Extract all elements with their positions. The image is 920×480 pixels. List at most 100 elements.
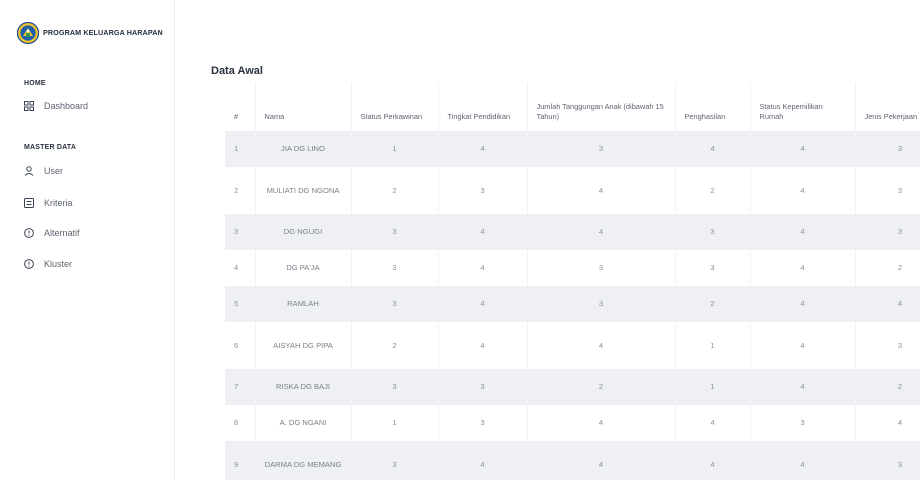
table-cell-nama: DARMA DG MEMANG: [255, 441, 352, 480]
column-header-status-kepemilikan-rumah[interactable]: Status Kepemilikan Rumah: [750, 83, 856, 131]
table-cell-nama: A. DG NGANI: [255, 405, 352, 441]
table-cell-jumlah-tanggungan-anak: 4: [527, 405, 676, 441]
table-cell-tingkat-pendidikan: 4: [438, 250, 528, 286]
table-cell-status-kepemilikan-rumah: 4: [750, 441, 856, 480]
column-header-status-perkawinan[interactable]: Status Perkawinan: [351, 83, 439, 131]
table-cell-penghasilan: 4: [675, 131, 751, 167]
table-cell-tingkat-pendidikan: 4: [438, 286, 528, 322]
sidebar-item-alternatif[interactable]: Alternatif: [24, 228, 80, 238]
list-icon: [24, 198, 34, 208]
main-content: Data Awal # Nama Status Perkawinan Tingk…: [205, 0, 920, 480]
user-icon: [24, 166, 34, 176]
table-cell-status-perkawinan: 3: [351, 250, 439, 286]
table-cell-status-perkawinan: 2: [351, 167, 439, 214]
table-cell-penghasilan: 4: [675, 441, 751, 480]
table-cell-penghasilan: 2: [675, 286, 751, 322]
table-cell-tingkat-pendidikan: 4: [438, 322, 528, 369]
column-header-number[interactable]: #: [225, 83, 256, 131]
table-cell-jumlah-tanggungan-anak: 3: [527, 250, 676, 286]
table-cell-nama: DG NGUGI: [255, 214, 352, 250]
sidebar-item-label: Dashboard: [44, 101, 89, 111]
table-cell-status-perkawinan: 3: [351, 214, 439, 250]
table-cell-jenis-pekerjaan: 3: [855, 167, 920, 214]
table-row[interactable]: 8 A. DG NGANI 1 3 4 4 3 4: [225, 405, 920, 441]
alert-circle-icon: [24, 259, 34, 269]
table-cell-number: 1: [225, 131, 256, 167]
table-cell-jenis-pekerjaan: 3: [855, 441, 920, 480]
table-cell-penghasilan: 3: [675, 250, 751, 286]
table-row[interactable]: 2 MULIATI DG NGONA 2 3 4 2 4 3: [225, 167, 920, 214]
section-title-home: HOME: [24, 80, 46, 87]
table-cell-jenis-pekerjaan: 2: [855, 369, 920, 405]
table-cell-tingkat-pendidikan: 4: [438, 441, 528, 480]
page-title: Data Awal: [211, 65, 263, 77]
table-cell-status-perkawinan: 1: [351, 405, 439, 441]
table-cell-jenis-pekerjaan: 2: [855, 250, 920, 286]
table-cell-jenis-pekerjaan: 3: [855, 131, 920, 167]
table-cell-nama: DG PA'JA: [255, 250, 352, 286]
brand[interactable]: PROGRAM KELUARGA HARAPAN: [17, 22, 163, 44]
column-header-tingkat-pendidikan[interactable]: Tingkat Pendidikan: [438, 83, 528, 131]
table-cell-tingkat-pendidikan: 3: [438, 369, 528, 405]
table-body: 1 JIA DG LINO 1 4 3 4 4 3 2 MULIATI DG NGONA 2 3 4 2 4…: [225, 131, 920, 480]
table-cell-penghasilan: 1: [675, 322, 751, 369]
table-row[interactable]: 6 AISYAH DG PIPA 2 4 4 1 4 3: [225, 322, 920, 369]
section-title-master-data: MASTER DATA: [24, 144, 77, 151]
sidebar: PROGRAM KELUARGA HARAPAN HOME Dashboard …: [0, 0, 175, 480]
table-cell-status-kepemilikan-rumah: 4: [750, 369, 856, 405]
table-cell-tingkat-pendidikan: 3: [438, 167, 528, 214]
table-cell-number: 7: [225, 369, 256, 405]
table-cell-status-kepemilikan-rumah: 3: [750, 405, 856, 441]
sidebar-item-kluster[interactable]: Kluster: [24, 259, 72, 269]
grid-icon: [24, 101, 34, 111]
table-cell-jumlah-tanggungan-anak: 2: [527, 369, 676, 405]
brand-title: PROGRAM KELUARGA HARAPAN: [43, 28, 163, 37]
table-cell-status-perkawinan: 3: [351, 441, 439, 480]
column-header-penghasilan[interactable]: Penghasilan: [675, 83, 751, 131]
table-cell-jumlah-tanggungan-anak: 4: [527, 167, 676, 214]
table-cell-status-perkawinan: 3: [351, 369, 439, 405]
table-cell-number: 9: [225, 441, 256, 480]
table-cell-number: 8: [225, 405, 256, 441]
table-cell-nama: RAMLAH: [255, 286, 352, 322]
table-cell-penghasilan: 2: [675, 167, 751, 214]
table-cell-tingkat-pendidikan: 3: [438, 405, 528, 441]
table-row[interactable]: 9 DARMA DG MEMANG 3 4 4 4 4 3: [225, 441, 920, 480]
table-cell-jenis-pekerjaan: 3: [855, 322, 920, 369]
table-cell-number: 2: [225, 167, 256, 214]
table-cell-status-perkawinan: 2: [351, 322, 439, 369]
pkh-logo-icon: [17, 22, 39, 44]
table-row[interactable]: 5 RAMLAH 3 4 3 2 4 4: [225, 286, 920, 322]
sidebar-item-kriteria[interactable]: Kriteria: [24, 198, 73, 208]
table-row[interactable]: 1 JIA DG LINO 1 4 3 4 4 3: [225, 131, 920, 167]
table-row[interactable]: 3 DG NGUGI 3 4 4 3 4 3: [225, 214, 920, 250]
column-header-jenis-pekerjaan[interactable]: Jenis Pekerjaan: [855, 83, 920, 131]
sidebar-item-dashboard[interactable]: Dashboard: [24, 101, 88, 111]
sidebar-item-label: Alternatif: [44, 228, 80, 238]
table-cell-penghasilan: 3: [675, 214, 751, 250]
table-cell-nama: RISKA DG BAJI: [255, 369, 352, 405]
table-header-row: # Nama Status Perkawinan Tingkat Pendidi…: [225, 83, 920, 131]
table-cell-number: 4: [225, 250, 256, 286]
table-cell-penghasilan: 1: [675, 369, 751, 405]
data-table-wrapper: # Nama Status Perkawinan Tingkat Pendidi…: [225, 83, 920, 480]
table-row[interactable]: 7 RISKA DG BAJI 3 3 2 1 4 2: [225, 369, 920, 405]
column-header-nama[interactable]: Nama: [255, 83, 352, 131]
table-row[interactable]: 4 DG PA'JA 3 4 3 3 4 2: [225, 250, 920, 286]
sidebar-item-label: Kluster: [44, 259, 73, 269]
table-cell-tingkat-pendidikan: 4: [438, 131, 528, 167]
column-header-jumlah-tanggungan-anak[interactable]: Jumlah Tanggungan Anak (dibawah 15 Tahun…: [527, 83, 676, 131]
table-cell-jumlah-tanggungan-anak: 4: [527, 441, 676, 480]
table-cell-nama: JIA DG LINO: [255, 131, 352, 167]
sidebar-item-user[interactable]: User: [24, 166, 63, 176]
table-cell-jumlah-tanggungan-anak: 3: [527, 131, 676, 167]
table-cell-status-kepemilikan-rumah: 4: [750, 250, 856, 286]
table-cell-tingkat-pendidikan: 4: [438, 214, 528, 250]
table-cell-status-perkawinan: 1: [351, 131, 439, 167]
alert-circle-icon: [24, 228, 34, 238]
table-cell-jumlah-tanggungan-anak: 3: [527, 286, 676, 322]
table-cell-number: 3: [225, 214, 256, 250]
table-cell-jumlah-tanggungan-anak: 4: [527, 322, 676, 369]
table-cell-jenis-pekerjaan: 4: [855, 286, 920, 322]
table-cell-status-perkawinan: 3: [351, 286, 439, 322]
